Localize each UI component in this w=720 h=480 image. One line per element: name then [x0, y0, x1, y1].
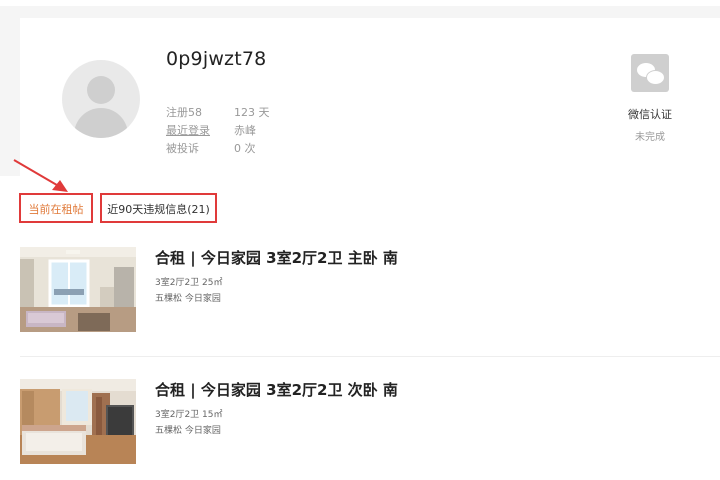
avatar-body-shape	[74, 108, 128, 138]
tab-current-rentals[interactable]: 当前在租帖	[19, 193, 93, 223]
listing-photo[interactable]	[20, 247, 136, 332]
wechat-icon	[631, 54, 669, 92]
listing-item[interactable]: 合租 | 今日家园 3室2厅2卫 次卧 南 3室2厅2卫 15㎡ 五棵松 今日家…	[20, 379, 720, 469]
listing-layout-area: 3室2厅2卫 25㎡	[155, 278, 223, 288]
stat-row-complaints: 被投诉 0 次	[166, 140, 256, 156]
listing-divider	[20, 356, 720, 357]
stat-value-registered: 123 天	[234, 106, 270, 119]
listing-item[interactable]: 合租 | 今日家园 3室2厅2卫 主卧 南 3室2厅2卫 25㎡ 五棵松 今日家…	[20, 247, 720, 337]
stat-row-last-login: 最近登录 赤峰	[166, 122, 256, 138]
stat-label-last-login[interactable]: 最近登录	[166, 122, 234, 138]
avatar-head-shape	[87, 76, 115, 104]
stat-value-complaints: 0 次	[234, 142, 256, 155]
avatar	[62, 60, 140, 138]
listing-title[interactable]: 合租 | 今日家园 3室2厅2卫 次卧 南	[155, 379, 398, 400]
stat-label-complaints: 被投诉	[166, 142, 199, 155]
stat-label-registered: 注册58	[166, 106, 202, 119]
listing-title[interactable]: 合租 | 今日家园 3室2厅2卫 主卧 南	[155, 247, 398, 268]
stat-value-last-login: 赤峰	[234, 124, 256, 137]
wechat-status: 未完成	[635, 132, 665, 143]
stat-row-registered: 注册58 123 天	[166, 104, 270, 120]
wechat-bubble-small	[646, 70, 665, 85]
username: 0p9jwzt78	[166, 48, 267, 70]
profile-panel: 0p9jwzt78 注册58 123 天 最近登录 赤峰 被投诉 0 次 微信认证 未…	[20, 18, 720, 176]
listing-location: 五棵松 今日家园	[155, 426, 221, 436]
listing-location: 五棵松 今日家园	[155, 294, 221, 304]
tab-violations-90-days[interactable]: 近90天违规信息(21)	[100, 193, 217, 223]
wechat-title: 微信认证	[628, 108, 672, 121]
wechat-verification[interactable]: 微信认证 未完成	[620, 54, 680, 143]
listing-photo[interactable]	[20, 379, 136, 464]
profile-card: 0p9jwzt78 注册58 123 天 最近登录 赤峰 被投诉 0 次 微信认证 未…	[0, 6, 720, 176]
listing-layout-area: 3室2厅2卫 15㎡	[155, 410, 223, 420]
